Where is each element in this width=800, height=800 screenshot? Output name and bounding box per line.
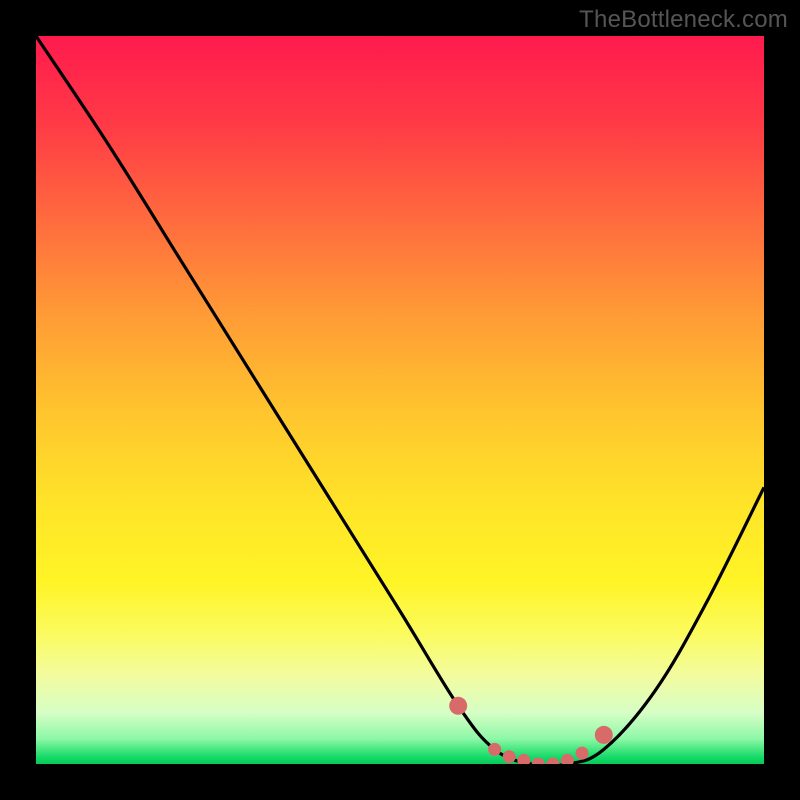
marker-dot <box>517 754 530 764</box>
marker-dot <box>449 697 467 715</box>
marker-dot <box>576 747 589 760</box>
marker-dot <box>532 758 545 765</box>
bottleneck-curve-line <box>36 36 764 764</box>
marker-dot <box>546 758 559 765</box>
marker-dot <box>488 743 501 756</box>
optimal-range-markers <box>449 697 613 764</box>
gradient-plot-area <box>36 36 764 764</box>
chart-frame: TheBottleneck.com <box>0 0 800 800</box>
marker-dot <box>595 726 613 744</box>
marker-dot <box>561 754 574 764</box>
marker-dot <box>503 750 516 763</box>
watermark-text: TheBottleneck.com <box>579 6 788 34</box>
curve-svg <box>36 36 764 764</box>
